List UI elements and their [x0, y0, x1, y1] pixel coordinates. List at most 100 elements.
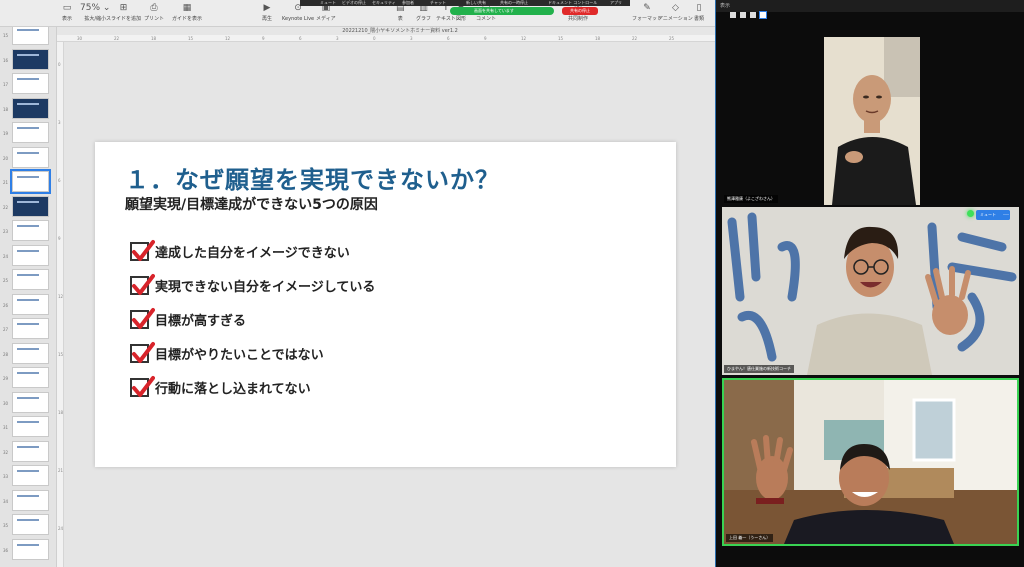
slide-thumbnail[interactable]: 24: [0, 244, 56, 268]
slide-thumbnail[interactable]: 17: [0, 73, 56, 96]
slide-thumbnail[interactable]: 32: [0, 440, 56, 464]
toolbar-label: 共同制作: [568, 16, 589, 22]
slide-thumbnail-image: [12, 440, 49, 462]
slide-thumbnail[interactable]: 16: [0, 48, 56, 72]
slide-thumbnail-image: [12, 195, 49, 217]
slide-number: 19: [3, 131, 9, 136]
slide-thumbnail-image: [12, 146, 49, 168]
current-slide[interactable]: １．なぜ願望を実現できないか？ 願望実現/目標達成ができない5つの原因 達成した…: [95, 142, 676, 467]
toolbar-add-slide-button[interactable]: ⊞ スライドを追加: [106, 3, 141, 23]
slide-number: 20: [3, 155, 9, 161]
toolbar-chart-button[interactable]: ▥ グラフ: [416, 3, 431, 23]
gallery-layout-controls[interactable]: [730, 11, 767, 19]
slide-thumbnail[interactable]: 26: [0, 293, 56, 317]
slide-number: 17: [3, 82, 9, 87]
ruler-tick-label: 0: [58, 62, 61, 67]
sidebar-icon: ▭: [62, 3, 72, 13]
ruler-tick-label: 9: [484, 36, 487, 41]
speaking-indicator-icon: [967, 210, 974, 217]
toolbar-media-button[interactable]: ▣ メディア: [316, 3, 336, 23]
toolbar-label: 図形: [456, 16, 467, 22]
slide-number: 34: [3, 498, 9, 504]
zoom-view-menu[interactable]: 表示: [720, 0, 730, 12]
reason-text: 実現できない自分をイメージしている: [155, 279, 376, 295]
layout-strip-icon[interactable]: [750, 12, 756, 18]
share-status-pill[interactable]: 画面を共有しています: [450, 7, 554, 15]
slide-thumbnail[interactable]: 36: [0, 538, 56, 562]
toolbar-animate-button[interactable]: ◇ アニメーション: [658, 3, 693, 23]
toolbar-sidebar-button[interactable]: ▭ 表示: [62, 3, 72, 23]
slide-thumbnail[interactable]: 35: [0, 514, 56, 537]
participant-tile[interactable]: 上田 義一（うーさん）: [722, 378, 1019, 546]
layout-gallery-icon[interactable]: [740, 12, 746, 18]
participant-tile[interactable]: 熊澤雅康（よこざわさん）: [722, 37, 1019, 205]
slide-thumbnail[interactable]: 31: [0, 416, 56, 439]
slide-number: 28: [3, 351, 9, 357]
toolbar-document-button[interactable]: ▯ 書類: [694, 3, 704, 23]
share-status-text: 画面を共有しています: [474, 8, 514, 13]
slide-number: 30: [3, 400, 9, 406]
slide-thumbnail-image: [12, 27, 49, 45]
slide-thumbnail[interactable]: 21: [0, 169, 56, 194]
checkmark-icon: [130, 375, 155, 397]
slide-thumbnail[interactable]: 23: [0, 220, 56, 243]
toolbar-keynote-live-button[interactable]: ⊙ Keynote Live: [282, 3, 314, 23]
person-figure-icon: [824, 37, 920, 205]
slide-thumbnail[interactable]: 25: [0, 269, 56, 292]
slide-thumbnail[interactable]: 27: [0, 318, 56, 341]
slide-thumbnail-image: [12, 122, 49, 143]
format-icon: ✎: [643, 3, 651, 13]
layout-side-icon[interactable]: [759, 11, 767, 19]
zoom-menu-item[interactable]: ミュート: [320, 0, 336, 6]
slide-thumbnail-image: [12, 293, 49, 315]
slide-thumbnail-image: [10, 169, 51, 194]
ruler-tick-label: 25: [669, 36, 675, 41]
slide-thumbnail[interactable]: 15: [0, 27, 56, 47]
slide-thumbnail[interactable]: 28: [0, 342, 56, 366]
toolbar-play-button[interactable]: ▶ 再生: [262, 3, 272, 23]
ruler-tick-label: 22: [114, 36, 120, 41]
toolbar-print-button[interactable]: ⎙ プリント: [144, 3, 164, 23]
toolbar-table-button[interactable]: ▤ 表: [396, 3, 405, 23]
zoom-menu-item[interactable]: ビデオの停止: [342, 0, 366, 6]
slide-thumbnail[interactable]: 33: [0, 465, 56, 488]
zoom-menu-item[interactable]: 共有の一時停止: [500, 0, 528, 6]
toolbar-label: 書類: [694, 16, 705, 22]
layout-speaker-icon[interactable]: [730, 12, 736, 18]
slide-thumbnail[interactable]: 19: [0, 122, 56, 145]
participant-name: 上田 義一（うーさん）: [726, 534, 774, 542]
slide-thumbnail[interactable]: 18: [0, 97, 56, 121]
slide-number: 31: [3, 425, 9, 430]
slide-navigator[interactable]: 15 16 17 18 19 20 21 22 23 24 25 26 27 28 29 30 31 32 33 34…: [0, 27, 57, 567]
ruler-tick-label: 15: [188, 36, 194, 41]
ruler-tick-label: 0: [373, 36, 376, 41]
toolbar-guide-button[interactable]: ▦ ガイドを表示: [172, 3, 202, 23]
slide-thumbnail-image: [12, 220, 49, 241]
zoom-menu-item[interactable]: チャット: [430, 0, 446, 6]
slide-thumbnail-image: [12, 73, 49, 94]
slide-number: 24: [3, 253, 9, 259]
ruler-tick-label: 15: [558, 36, 564, 41]
slide-thumbnail[interactable]: 30: [0, 391, 56, 415]
zoom-menu-item[interactable]: セキュリティ: [372, 0, 396, 6]
toolbar-label: スライドを追加: [106, 16, 142, 22]
zoom-menu-item[interactable]: アプリ: [610, 0, 622, 6]
slide-thumbnail-image: [12, 97, 49, 119]
toolbar-label: プリント: [144, 16, 165, 22]
slide-thumbnail[interactable]: 29: [0, 367, 56, 390]
reason-text: 行動に落とし込まれてない: [155, 381, 311, 397]
ruler-tick-label: 21: [58, 468, 64, 473]
zoom-share-menubar: ミュート ビデオの停止 セキュリティ 参加者 チャット 新しい共有 共有の一時停止 ドキュメン…: [300, 0, 630, 6]
more-options-button[interactable]: …: [1002, 210, 1010, 220]
slide-thumbnail[interactable]: 20: [0, 146, 56, 170]
zoom-menu-item[interactable]: 参加者: [402, 0, 414, 6]
slide-number: 23: [3, 229, 9, 234]
stop-share-button[interactable]: 共有の停止: [562, 7, 598, 15]
zoom-menu-item[interactable]: ドキュメント コントロール: [548, 0, 597, 6]
slide-thumbnail-image: [12, 465, 49, 486]
zoom-menu-item[interactable]: 新しい共有: [466, 0, 486, 6]
ruler-tick-label: 15: [58, 352, 64, 357]
slide-thumbnail[interactable]: 22: [0, 195, 56, 219]
slide-thumbnail[interactable]: 34: [0, 489, 56, 513]
participant-tile[interactable]: ミュート … ひまやん！唐仕業施の新技術コーチ: [722, 207, 1019, 375]
